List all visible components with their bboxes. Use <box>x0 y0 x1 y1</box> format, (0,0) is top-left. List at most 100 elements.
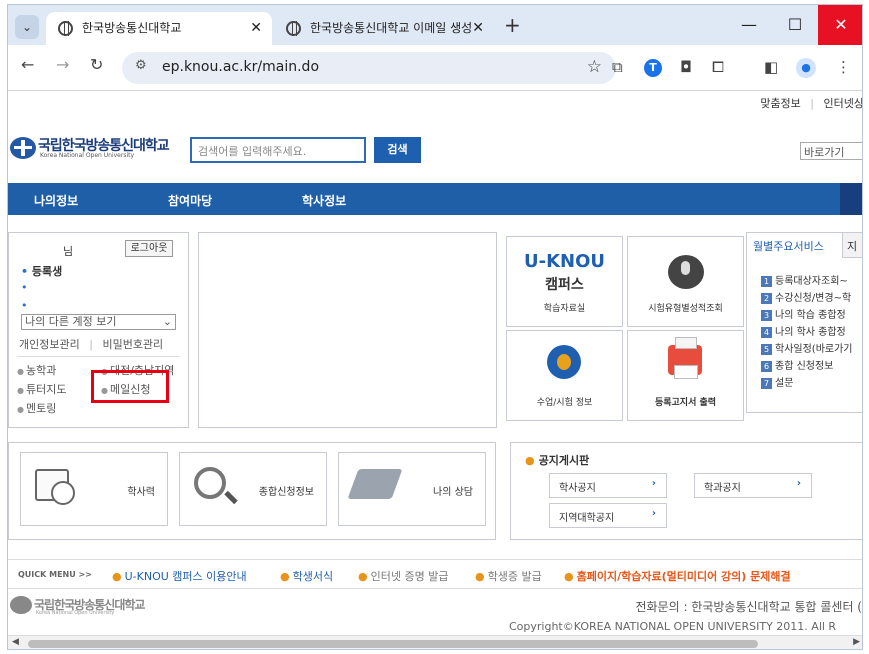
close-window-button[interactable]: ✕ <box>818 5 862 45</box>
quick-item-student-id[interactable]: ● 학생증 발급 <box>475 568 542 584</box>
tile-class-exam-info[interactable]: 수업/시험 정보 <box>506 330 623 421</box>
dot-icon: ● <box>475 570 485 583</box>
quick-item-forms[interactable]: ● 학생서식 <box>280 568 333 584</box>
copy-icon[interactable]: ⧉ <box>612 58 623 76</box>
quick-item-label: 학생증 발급 <box>487 570 542 583</box>
status-text: 등록생 <box>31 265 63 278</box>
tile-uknou-campus[interactable]: U-KNOU 캠퍼스 학습자료실 <box>506 236 623 327</box>
list-item[interactable]: 6 종합 신청정보 <box>761 358 853 375</box>
regional-notice-button[interactable]: 지역대학공지 › <box>549 503 667 528</box>
tab-title: 한국방송통신대학교 <box>82 21 182 35</box>
site-info-icon[interactable]: ⚙ <box>135 58 147 73</box>
department-notice-button[interactable]: 학과공지 › <box>694 473 812 498</box>
magnifier-icon <box>194 467 226 499</box>
contact-info: 전화문의 : 한국방송통신대학교 통합 콜센터 ( <box>635 600 862 614</box>
list-item[interactable]: 3 나의 학습 종합정 <box>761 307 853 324</box>
number-badge: 4 <box>761 327 772 338</box>
tab-other[interactable]: 지 <box>843 233 862 258</box>
account-select[interactable]: 나의 다른 계정 보기 ⌄ <box>21 314 176 330</box>
quick-link-tutor[interactable]: ● 튜터지도 <box>17 381 66 397</box>
my-counsel-button[interactable]: 나의 상담 <box>338 452 486 526</box>
tab-inactive[interactable]: 한국방송통신대학교 이메일 생성 ✕ <box>274 12 494 45</box>
list-item[interactable]: 1 등록대상자조회~ <box>761 273 853 290</box>
banner-area[interactable] <box>198 232 497 428</box>
address-bar[interactable]: ⚙ ep.knou.ac.kr/main.do ☆ <box>122 52 616 84</box>
util-divider: | <box>810 97 815 110</box>
dot-icon: ● <box>564 570 574 583</box>
calendar-clock-icon <box>35 469 75 505</box>
search-button[interactable]: 검색 <box>374 137 421 163</box>
link-divider: | <box>89 338 93 351</box>
list-item[interactable]: 4 나의 학사 종합정 <box>761 324 853 341</box>
site-logo[interactable]: 국립한국방송통신대학교 Korea National Open Universi… <box>10 135 180 161</box>
globe-icon <box>58 21 73 36</box>
service-shortcuts: 학사력 종합신청정보 나의 상담 <box>8 442 496 540</box>
scroll-thumb[interactable] <box>28 640 758 648</box>
quick-jump-select[interactable]: 바로가기 <box>800 142 862 160</box>
item-label: 종합 신청정보 <box>775 361 834 372</box>
quick-item-certificate[interactable]: ● 인터넷 증명 발급 <box>358 568 448 584</box>
nav-academic[interactable]: 학사정보 <box>302 192 346 209</box>
back-icon[interactable]: ← <box>21 55 34 74</box>
tab-active[interactable]: 한국방송통신대학교 ✕ <box>46 12 272 45</box>
tile-label: 시험유형별성적조회 <box>648 304 723 314</box>
nav-more[interactable] <box>840 183 862 215</box>
reload-icon[interactable]: ↻ <box>90 55 103 74</box>
nav-my-info[interactable]: 나의정보 <box>34 192 78 209</box>
forward-icon[interactable]: → <box>56 55 69 74</box>
tab-close-button[interactable]: ✕ <box>472 12 484 45</box>
notice-board: ● 공지게시판 학사공지 › 학과공지 › 지역대학공지 › <box>510 442 862 540</box>
tab-search-button[interactable]: ⌄ <box>15 15 39 39</box>
footer: 국립한국방송통신대학교 Korea National Open Universi… <box>8 589 862 635</box>
search-input[interactable]: 검색어를 입력해주세요. <box>190 137 366 163</box>
quick-link-dept[interactable]: ● 농학과 <box>17 362 56 378</box>
util-link-custom[interactable]: 맞춤정보 <box>760 97 800 110</box>
password-manage-link[interactable]: 비밀번호관리 <box>102 338 163 351</box>
side-panel-icon[interactable]: ◧ <box>764 58 778 76</box>
menu-kebab-icon[interactable]: ⋮ <box>836 58 851 76</box>
minimize-button[interactable]: — <box>726 5 772 45</box>
browser-toolbar: ← → ↻ ⚙ ep.knou.ac.kr/main.do ☆ ⧉ T ◘ ⧠ … <box>8 45 862 91</box>
globe-icon <box>286 21 301 36</box>
quick-link-mentoring[interactable]: ● 멘토링 <box>17 400 56 416</box>
quick-item-campus-guide[interactable]: ● U-KNOU 캠퍼스 이용안내 <box>112 568 247 584</box>
list-item[interactable]: 7 설문 <box>761 375 853 392</box>
scroll-right-icon[interactable]: ▶ <box>853 637 860 647</box>
tab-close-button[interactable]: ✕ <box>250 12 262 45</box>
dot-icon: ● <box>17 405 24 414</box>
tab-monthly-services[interactable]: 월별주요서비스 <box>747 233 843 258</box>
tile-label: 수업/시험 정보 <box>536 398 593 408</box>
application-info-button[interactable]: 종합신청정보 <box>179 452 327 526</box>
nav-community[interactable]: 참여마당 <box>168 192 212 209</box>
notice-title-text: 공지게시판 <box>538 454 590 467</box>
new-tab-button[interactable]: + <box>504 13 521 37</box>
scroll-left-icon[interactable]: ◀ <box>12 637 19 647</box>
list-item[interactable]: 5 학사일정(바로가기 <box>761 341 853 358</box>
tile-exam-grades[interactable]: 시험유형별성적조회 <box>627 236 744 327</box>
util-link-internet[interactable]: 인터넷상 <box>824 97 862 110</box>
tile-tuition-bill[interactable]: 등록고지서 출력 <box>627 330 744 421</box>
button-label: 지역대학공지 <box>559 513 615 524</box>
horizontal-scrollbar[interactable]: ◀ ▶ <box>8 635 862 649</box>
quick-item-troubleshoot[interactable]: ● 홈페이지/학습자료(멀티미디어 강의) 문제해결 <box>564 568 791 584</box>
number-badge: 1 <box>761 276 772 287</box>
maximize-button[interactable]: ☐ <box>772 5 818 45</box>
main-nav: 나의정보 참여마당 학사정보 <box>8 183 862 215</box>
extensions-puzzle-icon[interactable]: ⧠ <box>712 58 724 76</box>
academic-notice-button[interactable]: 학사공지 › <box>549 473 667 498</box>
dot-icon: ● <box>358 570 368 583</box>
tile-label: 등록고지서 출력 <box>654 398 717 408</box>
logout-button[interactable]: 로그아웃 <box>125 240 173 257</box>
user-status: • 등록생 <box>21 263 62 279</box>
bookmark-star-icon[interactable]: ☆ <box>587 57 602 77</box>
extension-t-icon[interactable]: T <box>644 59 662 77</box>
profile-manage-link[interactable]: 개인정보관리 <box>19 338 80 351</box>
camera-icon[interactable]: ◘ <box>680 58 692 76</box>
printer-icon <box>668 337 702 379</box>
profile-icon[interactable]: ● <box>796 58 816 78</box>
button-label: 학사공지 <box>559 483 596 494</box>
footer-logo-english: Korea National Open University <box>36 610 115 616</box>
list-item[interactable]: 2 수강신청/변경~학 <box>761 290 853 307</box>
item-label: 나의 학습 종합정 <box>775 310 846 321</box>
academic-calendar-button[interactable]: 학사력 <box>20 452 168 526</box>
